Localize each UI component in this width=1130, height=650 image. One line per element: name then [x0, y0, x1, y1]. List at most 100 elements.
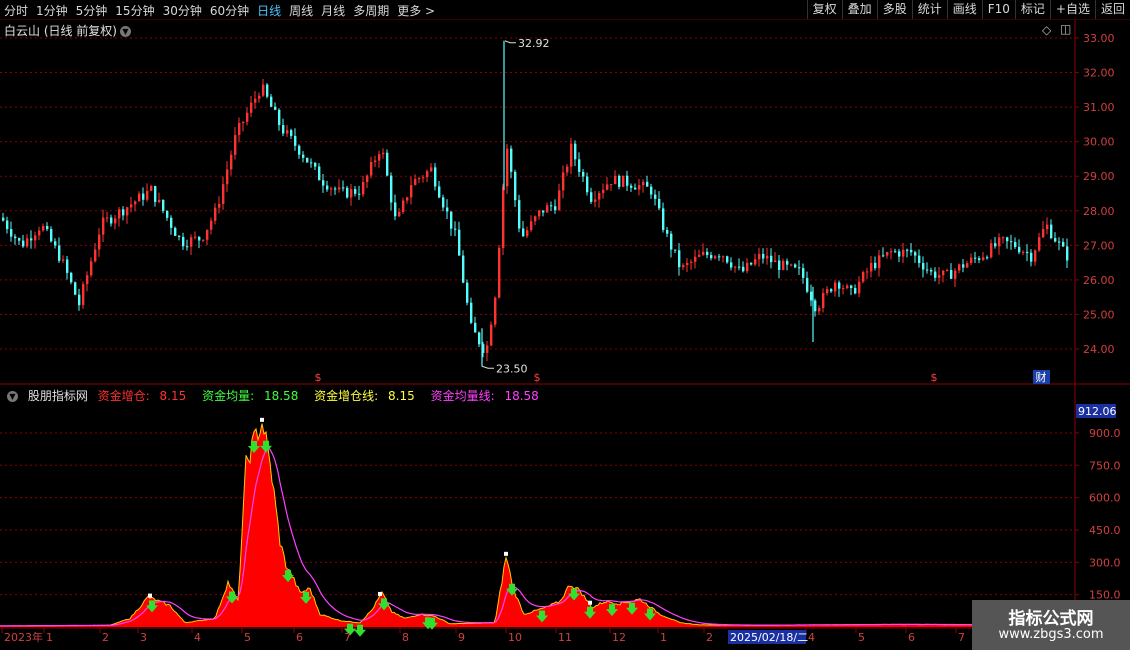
- candle-body: [366, 175, 369, 183]
- candle-body: [450, 211, 453, 229]
- candle-body: [234, 135, 237, 155]
- candle-body: [274, 106, 277, 110]
- candle-body: [1026, 251, 1029, 253]
- time-axis-label: 2: [102, 631, 109, 644]
- event-marker: $: [931, 371, 938, 384]
- candle-body: [1018, 246, 1021, 253]
- candle-body: [1042, 229, 1045, 238]
- candle-body: [842, 288, 845, 290]
- candle-body: [70, 272, 73, 283]
- candle-body: [138, 193, 141, 202]
- candle-body: [974, 257, 977, 259]
- candle-body: [830, 289, 833, 292]
- candle-body: [510, 148, 513, 172]
- candle-body: [50, 229, 53, 242]
- financial-marker: 财: [1036, 370, 1047, 384]
- price-tick-label: 29.00: [1083, 170, 1115, 183]
- price-tick-label: 27.00: [1083, 239, 1115, 252]
- candle-body: [74, 282, 77, 295]
- candle-body: [910, 249, 913, 253]
- candle-body: [506, 148, 509, 187]
- candle-body: [934, 271, 937, 278]
- candle-body: [702, 251, 705, 255]
- candle-body: [486, 345, 489, 353]
- candle-body: [678, 250, 681, 268]
- candle-body: [82, 284, 85, 306]
- peak-marker: [504, 551, 508, 556]
- time-axis-label: 5: [244, 631, 251, 644]
- candle-body: [190, 237, 193, 247]
- candle-body: [882, 255, 885, 257]
- event-marker: $: [315, 371, 322, 384]
- candle-body: [94, 249, 97, 262]
- time-axis-label: 4: [808, 631, 815, 644]
- candle-body: [186, 246, 189, 248]
- candle-body: [470, 302, 473, 323]
- candle-body: [206, 229, 209, 240]
- candle-body: [594, 199, 597, 202]
- candle-body: [526, 230, 529, 237]
- candle-body: [906, 249, 909, 251]
- candle-body: [38, 230, 41, 236]
- time-axis-label: 3: [140, 631, 147, 644]
- candle-body: [90, 261, 93, 276]
- candle-body: [698, 254, 701, 257]
- candle-body: [166, 210, 169, 218]
- candle-body: [866, 271, 869, 273]
- high-price-label: 32.92: [518, 37, 550, 50]
- candle-body: [454, 228, 457, 230]
- candle-body: [306, 157, 309, 163]
- time-axis-label: 10: [508, 631, 522, 644]
- candle-body: [986, 257, 989, 259]
- candle-body: [142, 193, 145, 200]
- candle-body: [374, 160, 377, 162]
- candle-body: [358, 193, 361, 195]
- candle-body: [346, 187, 349, 198]
- candle-body: [870, 262, 873, 272]
- candle-body: [666, 229, 669, 234]
- candle-body: [534, 216, 537, 222]
- candle-body: [62, 259, 65, 261]
- candle-body: [258, 95, 261, 99]
- candle-body: [550, 205, 553, 207]
- candle-body: [122, 209, 125, 216]
- candle-body: [938, 275, 941, 278]
- peak-marker: [378, 591, 382, 596]
- candle-body: [994, 243, 997, 247]
- candle-body: [778, 260, 781, 270]
- time-axis-label: 7: [958, 631, 965, 644]
- candle-body: [650, 186, 653, 195]
- candle-body: [194, 236, 197, 238]
- candle-body: [850, 285, 853, 288]
- candle-body: [926, 269, 929, 271]
- candle-body: [694, 256, 697, 262]
- candle-body: [270, 96, 273, 107]
- time-axis-label: 7: [344, 631, 351, 644]
- candle-body: [282, 125, 285, 134]
- candle-body: [642, 181, 645, 186]
- candle-body: [950, 270, 953, 279]
- candle-body: [302, 154, 305, 158]
- watermark-title: 指标公式网: [1008, 609, 1094, 629]
- candle-body: [46, 225, 49, 230]
- candle-body: [1022, 251, 1025, 253]
- candle-body: [114, 218, 117, 224]
- candle-body: [806, 277, 809, 292]
- candle-body: [154, 186, 157, 203]
- candle-body: [1058, 241, 1061, 243]
- indicator-tick-label: 600.0: [1089, 492, 1121, 505]
- time-axis-label: 11: [558, 631, 572, 644]
- candle-body: [546, 205, 549, 213]
- candle-body: [630, 185, 633, 188]
- stock-chart-canvas[interactable]: 33.00 32.00 31.00 30.00 29.00 28.00 27.00 26.00…: [0, 0, 1130, 650]
- candle-body: [922, 263, 925, 270]
- candle-body: [386, 152, 389, 176]
- candle-body: [538, 210, 541, 217]
- candle-body: [774, 260, 777, 263]
- candle-body: [466, 282, 469, 303]
- candle-body: [238, 123, 241, 136]
- candle-body: [1034, 250, 1037, 262]
- candle-body: [390, 175, 393, 203]
- candle-body: [982, 257, 985, 260]
- candle-body: [54, 241, 57, 246]
